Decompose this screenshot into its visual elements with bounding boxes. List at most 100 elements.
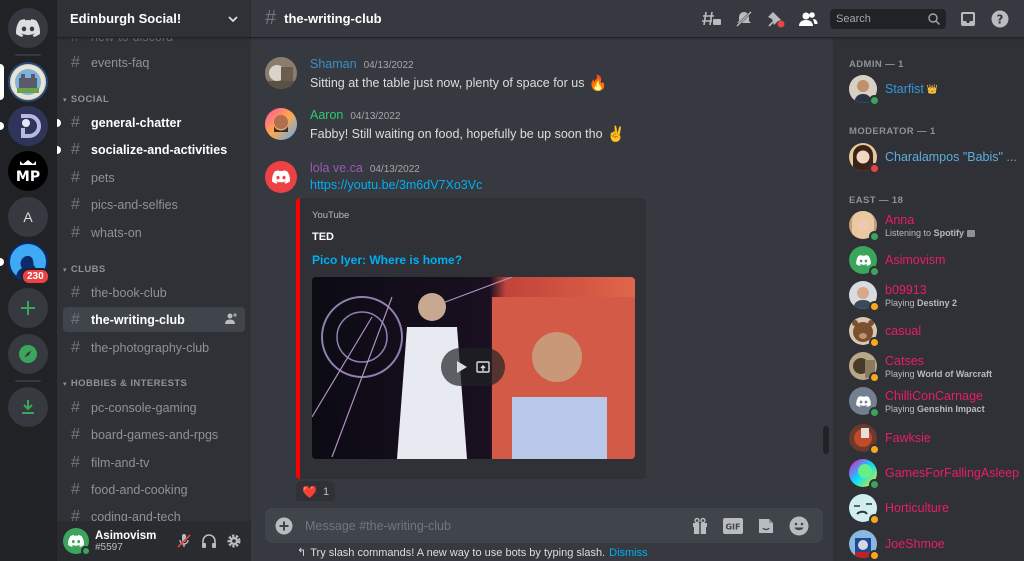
threads-button[interactable] [696,7,728,31]
message-scrollbar[interactable] [822,40,830,500]
hash-icon: # [71,310,80,328]
member-item[interactable]: JoeShmoe [849,530,1019,561]
d-logo-icon [21,114,41,138]
channel-food-and-cooking[interactable]: # food-and-cooking [63,477,245,502]
download-apps-button[interactable] [8,387,48,427]
inbox-button[interactable] [952,7,984,31]
user-avatar[interactable] [265,57,297,89]
message-author[interactable]: Aaron [310,108,343,122]
channel-label: general-chatter [91,115,182,130]
channel-socialize-and-activities[interactable]: # socialize-and-activities [57,137,245,162]
add-server-button[interactable] [8,288,48,328]
channel-events-faq[interactable]: # events-faq [63,50,245,75]
home-button[interactable] [8,8,48,48]
status-idle-icon [869,372,880,383]
channel-pc-console-gaming[interactable]: # pc-console-gaming [63,395,245,420]
member-item[interactable]: GamesForFallingAsleep [849,459,1019,490]
invite-user-icon[interactable] [225,312,237,327]
mention-badge: 230 [21,268,50,285]
status-idle-icon [869,444,880,455]
embed-provider[interactable]: YouTube [312,210,636,221]
mute-button[interactable] [173,530,195,552]
member-name: Fawksie [885,431,931,445]
user-settings-button[interactable] [223,530,245,552]
member-item[interactable]: Charalampos "Babis" ... [849,143,1019,174]
member-item[interactable]: Horticulture [849,494,1019,525]
message-author[interactable]: lola ve.ca [310,161,363,175]
user-info[interactable]: Asimovism #5597 [95,530,170,553]
plus-circle-icon [275,517,293,534]
inbox-icon [961,12,975,26]
deafen-button[interactable] [198,530,220,552]
sticker-button[interactable] [752,514,780,538]
message-link[interactable]: https://youtu.be/3m6dV7Xo3Vc [310,178,823,192]
active-server-pill [0,64,4,100]
member-list-toggle[interactable] [792,7,824,31]
message-input[interactable] [305,518,681,533]
member-item[interactable]: Asimovism [849,246,1019,277]
member-item[interactable]: b09913 Playing Destiny 2 [849,281,1019,312]
server-mp[interactable]: MP [8,151,48,191]
embed-title[interactable]: Pico Iyer: Where is home? [312,253,636,267]
category-hobbies-interests[interactable]: ▾ HOBBIES & INTERESTS [63,378,187,389]
channel-the-photography-club[interactable]: # the-photography-club [63,335,245,360]
chevron-down-icon [228,15,238,22]
status-idle-icon [869,550,880,561]
slash-commands-tip: ↰ Try slash commands! A new way to use b… [297,546,648,560]
message-author[interactable]: Shaman [310,57,357,71]
member-item[interactable]: Starfist 👑 [849,75,1019,106]
user-avatar[interactable] [265,108,297,140]
channel-board-games-and-rpgs[interactable]: # board-games-and-rpgs [63,422,245,447]
channel-pets[interactable]: # pets [63,165,245,190]
dismiss-tip-link[interactable]: Dismiss [609,547,648,559]
member-name: ChilliConCarnage [885,388,983,403]
explore-servers-button[interactable] [8,334,48,374]
search-input[interactable] [836,13,928,25]
message-item: Shaman 04/13/2022 Sitting at the table j… [265,57,823,92]
channel-list: # new-to-discord # events-faq ▾ SOCIAL #… [57,24,251,521]
message-text: Sitting at the table just now, plenty of… [310,76,585,90]
message-text: Fabby! Still waiting on food, hopefully … [310,127,603,141]
video-thumbnail[interactable] [312,277,635,459]
member-item[interactable]: Anna Listening to Spotify [849,210,1019,242]
gif-button[interactable]: GIF [719,514,747,538]
reaction-heart[interactable]: ❤️ 1 [296,481,336,501]
member-item[interactable]: ChilliConCarnage Playing Genshin Impact [849,387,1019,418]
guild-header[interactable]: Edinburgh Social! [57,0,251,38]
channel-pics-and-selfies[interactable]: # pics-and-selfies [63,192,245,217]
channel-film-and-tv[interactable]: # film-and-tv [63,450,245,475]
mp-crown-logo-icon: MP [16,160,40,185]
channel-whats-on[interactable]: # whats-on [63,220,245,245]
search-box[interactable] [830,9,946,29]
user-avatar[interactable] [265,161,297,193]
category-clubs[interactable]: ▾ CLUBS [63,264,106,275]
server-edinburgh-social[interactable] [8,62,48,102]
notification-settings-button[interactable] [728,7,760,31]
category-social[interactable]: ▾ SOCIAL [63,94,109,105]
pinned-messages-button[interactable] [760,7,792,31]
server-d[interactable] [8,106,48,146]
channel-label: coding-and-tech [91,509,181,522]
channel-label: pc-console-gaming [91,400,197,415]
channel-the-book-club[interactable]: # the-book-club [63,280,245,305]
download-icon [22,400,34,414]
member-item[interactable]: Catses Playing World of Warcraft [849,352,1019,383]
user-avatar[interactable] [63,528,91,556]
guild-name: Edinburgh Social! [70,11,182,26]
attach-button[interactable] [275,517,293,535]
video-play-overlay[interactable] [441,348,505,386]
channel-general-chatter[interactable]: # general-chatter [57,110,245,135]
server-a[interactable]: A [8,197,48,237]
channel-coding-and-tech[interactable]: # coding-and-tech [63,504,245,522]
member-item[interactable]: casual [849,317,1019,348]
embed-author[interactable]: TED [312,231,636,243]
emoji-button[interactable] [785,514,813,538]
member-activity: Listening to Spotify [885,228,975,238]
scrollbar-thumb[interactable] [823,426,829,454]
member-avatar [849,210,880,242]
help-button[interactable]: ? [984,7,1016,31]
channel-the-writing-club[interactable]: # the-writing-club [63,307,245,332]
channel-label: the-writing-club [91,312,185,327]
gift-button[interactable] [686,514,714,538]
member-item[interactable]: Fawksie [849,424,1019,455]
